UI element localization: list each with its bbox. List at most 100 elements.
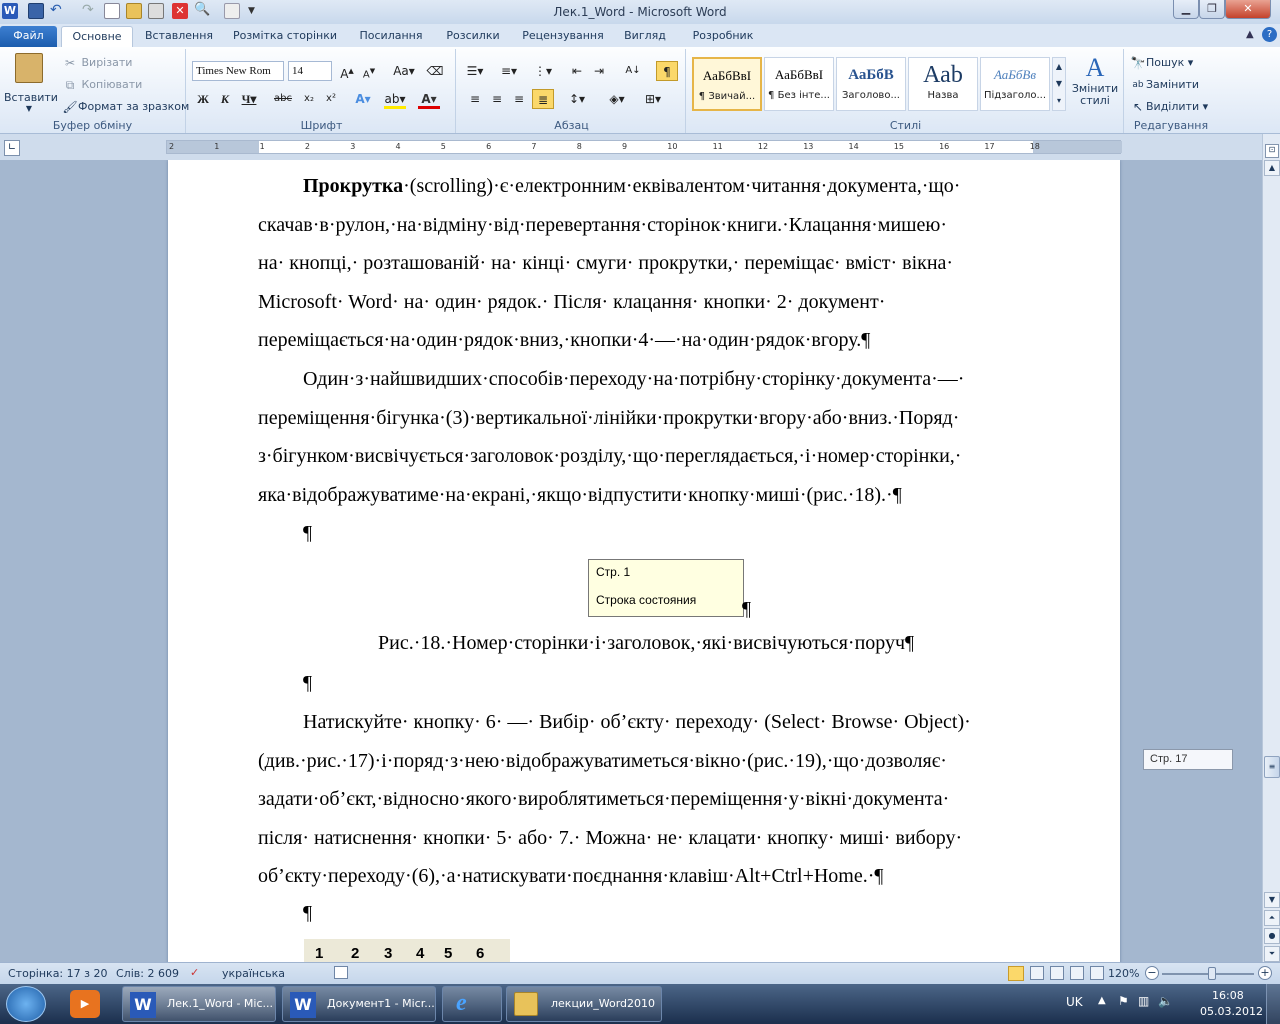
italic-button[interactable]: К	[214, 89, 236, 109]
keyboard-language[interactable]: UK	[1066, 995, 1083, 1009]
bullets-button[interactable]: ☰▾	[464, 61, 486, 81]
zoom-in-button[interactable]: +	[1258, 966, 1272, 980]
style-heading[interactable]: АаБбВ Заголово...	[836, 57, 906, 111]
document-area[interactable]: Прокрутка·(scrolling)·є·електронним·екві…	[0, 160, 1262, 962]
superscript-button[interactable]: x²	[320, 89, 342, 109]
tray-arrow-icon[interactable]: ▲	[1098, 995, 1106, 1006]
multilevel-list-button[interactable]: ⋮▾	[532, 61, 554, 81]
tab-mailings[interactable]: Розсилки	[440, 26, 506, 47]
scroll-down-button[interactable]: ▼	[1264, 892, 1280, 908]
bold-button[interactable]: Ж	[192, 89, 214, 109]
align-center-button[interactable]: ≡	[486, 89, 508, 109]
ribbon-tabs: Файл Основне Вставлення Розмітка сторінк…	[0, 24, 1280, 47]
action-center-icon[interactable]: ⚑	[1118, 994, 1129, 1008]
empty-paragraph-2: ¶	[303, 672, 313, 694]
text-effects-button[interactable]: A▾	[352, 89, 374, 109]
start-button[interactable]	[6, 986, 46, 1022]
word-count[interactable]: Слів: 2 609	[116, 967, 179, 980]
shading-button[interactable]: ◈▾	[606, 89, 628, 109]
shrink-font-button[interactable]: A▼	[358, 61, 380, 81]
maximize-button[interactable]: ❐	[1199, 0, 1225, 19]
zoom-out-button[interactable]: −	[1145, 966, 1159, 980]
clock-date[interactable]: 05.03.2012	[1200, 1005, 1263, 1018]
scroll-thumb[interactable]: ≡	[1264, 756, 1280, 778]
volume-icon[interactable]: 🔈	[1158, 994, 1173, 1008]
change-case-button[interactable]: Aa▾	[390, 61, 418, 81]
web-layout-view-icon[interactable]	[1050, 966, 1064, 980]
tab-insert[interactable]: Вставлення	[140, 26, 218, 47]
network-icon[interactable]: ▥	[1138, 994, 1149, 1008]
highlight-button[interactable]: ab▾	[384, 89, 406, 109]
outline-view-icon[interactable]	[1070, 966, 1084, 980]
tab-selector[interactable]: ∟	[4, 140, 20, 156]
font-name-combo[interactable]: Times New Rom	[192, 61, 284, 81]
style-no-spacing[interactable]: АаБбВвІ ¶ Без інте...	[764, 57, 834, 111]
align-right-button[interactable]: ≡	[508, 89, 530, 109]
sort-button[interactable]: A↓	[622, 61, 644, 81]
zoom-level[interactable]: 120%	[1108, 967, 1139, 980]
vertical-scrollbar[interactable]: ⊡ ▲ ≡ ▼ ⏶ ● ⏷	[1262, 134, 1280, 962]
replace-button[interactable]: ab Замінити	[1130, 77, 1199, 93]
show-desktop-button[interactable]	[1266, 984, 1280, 1024]
cut-button[interactable]: ✂ Вирізати	[62, 55, 132, 71]
borders-button[interactable]: ⊞▾	[642, 89, 664, 109]
style-normal[interactable]: АаБбВвІ ¶ Звичай...	[692, 57, 762, 111]
proofing-icon[interactable]: ✓	[190, 966, 199, 979]
styles-scroll-arrows[interactable]: ▲ ▼ ▾	[1052, 57, 1066, 111]
font-size-combo[interactable]: 14	[288, 61, 332, 81]
browse-buttons-image: 1 2 3 4 5 6	[304, 939, 510, 962]
page-count[interactable]: Сторінка: 17 з 20	[8, 967, 107, 980]
subscript-button[interactable]: x₂	[298, 89, 320, 109]
show-marks-button[interactable]: ¶	[656, 61, 678, 81]
media-player-icon[interactable]: ▶	[70, 990, 100, 1018]
grow-font-button[interactable]: A▲	[336, 61, 358, 81]
p3-line-3: задати·об’єкт,·відносно·якого·вироблятим…	[258, 788, 950, 810]
justify-button[interactable]: ≣	[532, 89, 554, 109]
horizontal-ruler[interactable]: 2 1 1 2 3 4 5 6 7 8 9 10 11 12 13 14 15 16 17 18	[166, 140, 1122, 154]
full-screen-view-icon[interactable]	[1030, 966, 1044, 980]
tab-developer[interactable]: Розробник	[684, 26, 762, 47]
style-title[interactable]: Ааb Назва	[908, 57, 978, 111]
zoom-slider-thumb[interactable]	[1208, 967, 1216, 980]
copy-button[interactable]: ⧉ Копіювати	[62, 77, 143, 93]
tab-review[interactable]: Рецензування	[516, 26, 610, 47]
language[interactable]: українська	[222, 967, 285, 980]
underline-button[interactable]: Ч▾	[238, 89, 260, 109]
tab-home[interactable]: Основне	[61, 26, 133, 47]
macro-record-icon[interactable]	[334, 966, 348, 979]
draft-view-icon[interactable]	[1090, 966, 1104, 980]
style-subtitle[interactable]: АаБбВв Підзаголо...	[980, 57, 1050, 111]
format-painter-button[interactable]: 🖌Формат за зразком	[62, 99, 189, 115]
tab-view[interactable]: Вигляд	[618, 26, 672, 47]
close-button[interactable]: ✕	[1225, 0, 1271, 19]
print-layout-view-icon[interactable]	[1008, 966, 1024, 981]
line-spacing-button[interactable]: ↕▾	[566, 89, 588, 109]
minimize-button[interactable]: ▁	[1173, 0, 1199, 19]
align-left-button[interactable]: ≡	[464, 89, 486, 109]
next-page-button[interactable]: ⏷	[1264, 946, 1280, 962]
font-color-button[interactable]: A▾	[418, 89, 440, 109]
decrease-indent-button[interactable]: ⇤	[566, 61, 588, 81]
document-page[interactable]: Прокрутка·(scrolling)·є·електронним·екві…	[168, 160, 1120, 962]
increase-indent-button[interactable]: ⇥	[588, 61, 610, 81]
scroll-up-button[interactable]: ▲	[1264, 160, 1280, 176]
ruler-toggle-icon[interactable]: ⊡	[1265, 144, 1279, 158]
taskbar-ie[interactable]	[442, 986, 502, 1022]
strikethrough-button[interactable]: abc	[272, 89, 294, 109]
clock-time[interactable]: 16:08	[1212, 989, 1244, 1002]
change-styles-button[interactable]: A Змінити стилі	[1068, 53, 1122, 107]
tab-file[interactable]: Файл	[0, 26, 57, 47]
tab-page-layout[interactable]: Розмітка сторінки	[226, 26, 344, 47]
clear-format-button[interactable]: ⌫	[424, 61, 446, 81]
help-icon[interactable]: ?	[1262, 27, 1277, 42]
paste-button[interactable]: Вставити ▼	[4, 53, 58, 117]
numbering-button[interactable]: ≡▾	[498, 61, 520, 81]
editing-group: 🔭Пошук ▾ ab Замінити ↖ Виділити ▾ Редагува…	[1126, 49, 1216, 133]
find-button[interactable]: 🔭Пошук ▾	[1130, 55, 1194, 71]
tab-references[interactable]: Посилання	[352, 26, 430, 47]
select-button[interactable]: ↖ Виділити ▾	[1130, 99, 1208, 115]
minimize-ribbon-icon[interactable]: ▲	[1246, 29, 1254, 40]
select-browse-object-button[interactable]: ●	[1264, 928, 1280, 944]
replace-icon: ab	[1132, 80, 1144, 90]
previous-page-button[interactable]: ⏶	[1264, 910, 1280, 926]
